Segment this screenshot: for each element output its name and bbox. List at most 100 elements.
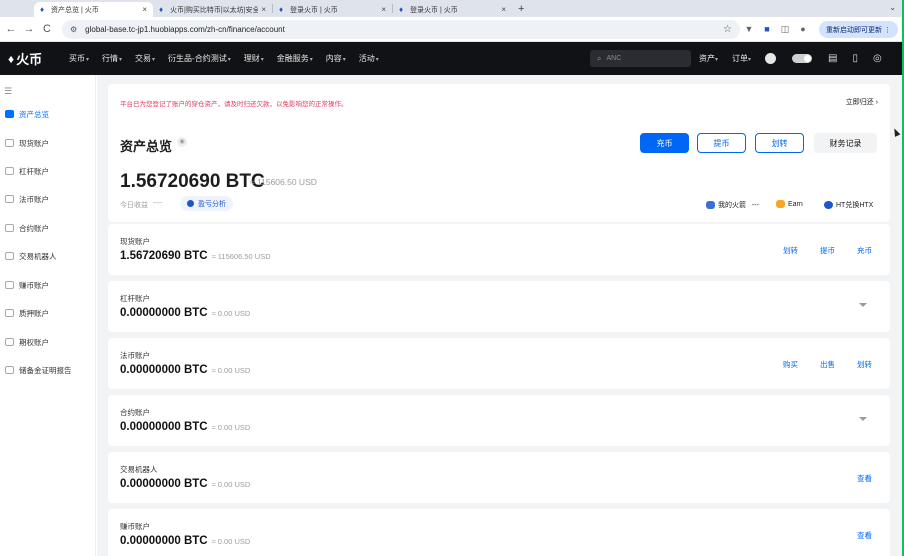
tab-close-icon[interactable]: × xyxy=(261,5,266,14)
menu-item-trade[interactable]: 交易▾ xyxy=(135,53,155,64)
deposit-button[interactable]: 充币 xyxy=(640,133,689,153)
spot-withdraw-link[interactable]: 提币 xyxy=(820,245,835,256)
message-icon[interactable]: ▤ xyxy=(828,53,837,64)
extension-icon[interactable]: ■ xyxy=(758,24,776,34)
spot-icon xyxy=(5,139,14,147)
chevron-down-icon: ▾ xyxy=(342,57,346,63)
fiat-sell-link[interactable]: 出售 xyxy=(820,359,835,370)
pnl-analysis-button[interactable]: 盈亏分析 xyxy=(180,196,233,211)
extensions-puzzle-icon[interactable]: ◫ xyxy=(776,24,794,35)
tab-close-icon[interactable]: × xyxy=(381,5,386,14)
download-app-icon[interactable]: ▯ xyxy=(852,53,858,64)
menu-item-finance[interactable]: 金融服务▾ xyxy=(277,53,313,64)
account-name: 合约账户 xyxy=(120,408,150,417)
ht-to-htx-link[interactable]: HT兑换HTX xyxy=(824,200,873,210)
tab-title: 火币|购买比特币|以太坊|安全交易 xyxy=(170,6,259,14)
sidebar-item-earn[interactable]: 赚币账户 xyxy=(0,276,96,294)
browser-tab[interactable]: ♦ 火币|购买比特币|以太坊|安全交易 × xyxy=(153,2,272,17)
reload-icon[interactable]: C xyxy=(40,23,54,35)
withdraw-button[interactable]: 提币 xyxy=(697,133,746,153)
earn-icon xyxy=(5,281,14,289)
bookmark-star-icon[interactable]: ☆ xyxy=(723,24,732,35)
sidebar-item-options[interactable]: 期权账户 xyxy=(0,333,96,351)
tab-search-icon[interactable]: ⌄ xyxy=(889,3,896,12)
chevron-down-icon: ▾ xyxy=(748,57,752,63)
new-tab-button[interactable]: + xyxy=(512,3,530,15)
theme-toggle[interactable] xyxy=(792,54,813,63)
browser-tab[interactable]: ♦ 登录火币 | 火币 × xyxy=(393,2,512,17)
repay-now-link[interactable]: 立即归还 › xyxy=(846,97,878,107)
bot-view-link[interactable]: 查看 xyxy=(857,473,872,484)
chevron-down-icon: ▾ xyxy=(715,57,719,63)
menu-item-content[interactable]: 内容▾ xyxy=(326,53,346,64)
account-balance-usd: ≈ 0.00 USD xyxy=(211,537,251,546)
pie-chart-icon xyxy=(187,200,194,207)
huobi-logo[interactable]: ♦ 火币 xyxy=(8,49,56,68)
forward-icon[interactable]: → xyxy=(22,23,36,35)
tab-close-icon[interactable]: × xyxy=(142,5,147,14)
site-header: ♦ 火币 买币▾ 行情▾ 交易▾ 衍生品-合约测试▾ 理财▾ 金融服务▾ 内容▾… xyxy=(0,42,904,75)
chevron-down-icon: ▾ xyxy=(375,57,379,63)
sidebar-item-futures[interactable]: 合约账户 xyxy=(0,219,96,237)
menu-item-earn[interactable]: 理财▾ xyxy=(244,53,264,64)
logo-text: 火币 xyxy=(16,52,43,67)
account-name: 赚币账户 xyxy=(120,522,150,531)
account-balance: 0.00000000 BTC ≈ 0.00 USD xyxy=(120,307,251,319)
browser-tab[interactable]: ♦ 资产总览 | 火币 × xyxy=(34,2,153,17)
menu-item-derivatives[interactable]: 衍生品-合约测试▾ xyxy=(168,53,231,64)
sidebar-item-margin[interactable]: 杠杆账户 xyxy=(0,162,96,180)
url-text[interactable]: global-base.tc-jp1.huobiapps.com/zh-cn/f… xyxy=(85,25,723,34)
financial-records-button[interactable]: 财务记录 xyxy=(814,133,877,153)
sidebar-item-proof-of-reserves[interactable]: 储备金证明报告 xyxy=(0,361,96,379)
menu-item-assets[interactable]: 资产▾ xyxy=(699,53,718,64)
account-balance-usd: ≈ 0.00 USD xyxy=(211,366,251,375)
back-icon[interactable]: ← xyxy=(4,23,18,35)
profile-icon[interactable]: ● xyxy=(794,24,812,34)
fiat-buy-link[interactable]: 购买 xyxy=(783,359,798,370)
earn-view-link[interactable]: 查看 xyxy=(857,530,872,541)
language-globe-icon[interactable]: ◎ xyxy=(873,53,882,64)
transfer-button[interactable]: 划转 xyxy=(755,133,804,153)
user-avatar[interactable] xyxy=(765,53,777,64)
address-bar[interactable]: ⚙ global-base.tc-jp1.huobiapps.com/zh-cn… xyxy=(62,19,740,39)
menu-item-activities[interactable]: 活动▾ xyxy=(359,53,379,64)
filter-extension-icon[interactable]: ▼ xyxy=(740,24,758,34)
fiat-transfer-link[interactable]: 划转 xyxy=(857,359,872,370)
sidebar-item-spot[interactable]: 现货账户 xyxy=(0,134,96,152)
relaunch-update-button[interactable]: 重新启动即可更新 ⋮ xyxy=(819,21,898,38)
huobi-favicon-icon: ♦ xyxy=(399,4,404,14)
sidebar-item-overview[interactable]: 资产总览 xyxy=(0,105,96,123)
chevron-down-icon[interactable] xyxy=(859,417,867,421)
notice-text: 平台已为您登记了账户的穿仓资产，请及时归还欠款，以免影响您的正常操作。 xyxy=(120,101,348,108)
chevron-down-icon: ▾ xyxy=(260,57,264,63)
menu-item-buy[interactable]: 买币▾ xyxy=(69,53,89,64)
account-card-margin: 杠杆账户 0.00000000 BTC ≈ 0.00 USD xyxy=(108,281,890,332)
browser-tab[interactable]: ♦ 登录火币 | 火币 × xyxy=(273,2,392,17)
sidebar-item-bot[interactable]: 交易机器人 xyxy=(0,247,96,265)
account-card-bot: 交易机器人 0.00000000 BTC ≈ 0.00 USD 查看 xyxy=(108,452,890,503)
sidebar-item-staking[interactable]: 质押账户 xyxy=(0,304,96,322)
tab-close-icon[interactable]: × xyxy=(501,5,506,14)
account-balance: 1.56720690 BTC ≈ 115606.50 USD xyxy=(120,250,271,262)
my-rocket-link[interactable]: 我的火箭 --- xyxy=(706,200,759,210)
bot-icon xyxy=(5,252,14,260)
eye-icon[interactable]: ◉ xyxy=(177,137,187,147)
main-content: 平台已为您登记了账户的穿仓资产，请及时归还欠款，以免影响您的正常操作。 立即归还… xyxy=(97,75,904,556)
sidebar-item-fiat[interactable]: 法币账户 xyxy=(0,190,96,208)
menu-item-markets[interactable]: 行情▾ xyxy=(102,53,122,64)
header-search-input[interactable]: ⌕ ANC xyxy=(590,50,691,67)
account-balance-usd: ≈ 0.00 USD xyxy=(211,309,251,318)
spot-transfer-link[interactable]: 划转 xyxy=(783,245,798,256)
spot-deposit-link[interactable]: 充币 xyxy=(857,245,872,256)
more-menu-icon[interactable]: ⋮ xyxy=(884,26,891,34)
account-balance: 0.00000000 BTC ≈ 0.00 USD xyxy=(120,478,251,490)
site-settings-icon[interactable]: ⚙ xyxy=(70,25,77,34)
menu-item-orders[interactable]: 订单▾ xyxy=(732,53,751,64)
chevron-down-icon: ▾ xyxy=(119,57,123,63)
chevron-down-icon[interactable] xyxy=(859,303,867,307)
sidebar-collapse-icon[interactable]: ☰ xyxy=(4,86,12,97)
earn-link[interactable]: Earn xyxy=(776,200,803,208)
staking-icon xyxy=(5,309,14,317)
fiat-icon xyxy=(5,195,14,203)
account-name: 杠杆账户 xyxy=(120,294,150,303)
